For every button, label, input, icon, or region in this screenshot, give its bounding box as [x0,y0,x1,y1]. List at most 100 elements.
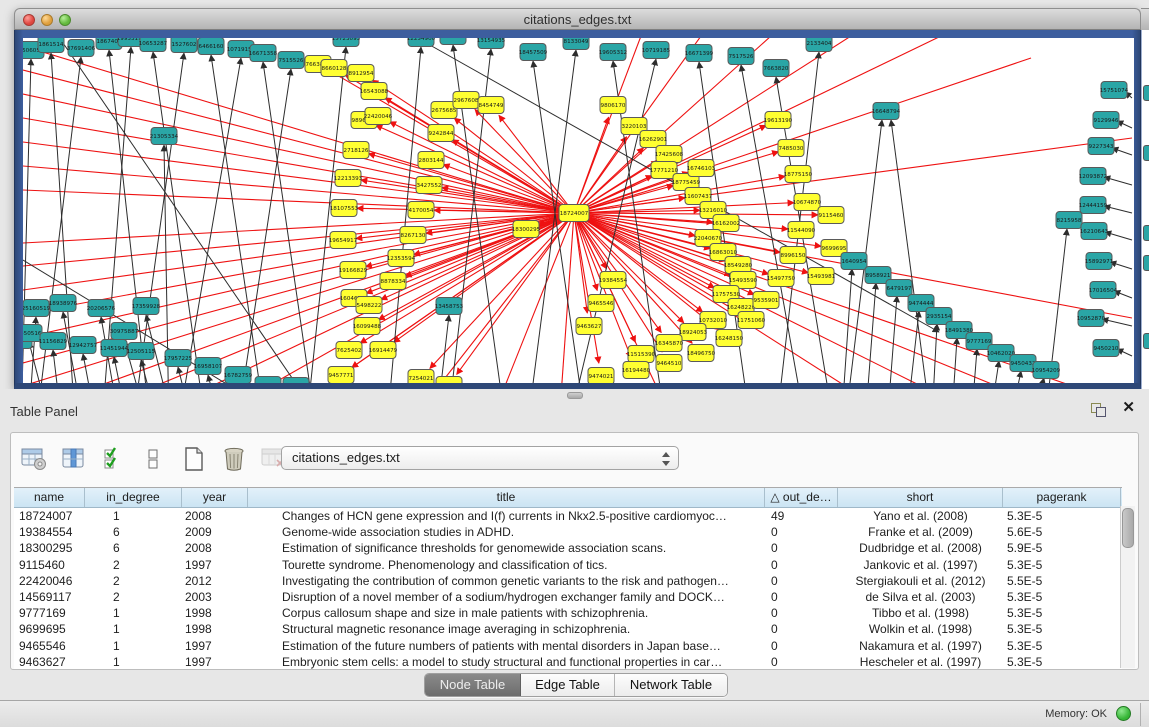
graph-node[interactable]: 5498222 [356,297,382,314]
graph-node[interactable]: 7515526 [278,52,304,69]
graph-node[interactable]: 11451944 [100,340,129,357]
table-row[interactable]: 977716911998Corpus callosum shape and si… [14,605,1122,621]
graph-node[interactable]: 12254900 [407,38,436,47]
column-header-out_de[interactable]: △ out_de… [765,488,838,507]
graph-node[interactable]: 16958107 [194,358,223,375]
graph-node[interactable]: 16262901 [639,131,668,148]
graph-node[interactable]: 12444159 [1079,197,1108,214]
graph-node[interactable]: 15493981 [807,268,836,285]
graph-node[interactable]: 4170054 [408,202,434,219]
graph-node[interactable]: 15723093 [332,38,361,47]
vertical-scrollbar[interactable] [1120,506,1135,668]
graph-node[interactable]: 1861514 [38,38,64,53]
graph-node[interactable]: 16543088 [360,83,389,100]
graph-node[interactable]: 9115460 [818,207,844,224]
select-rows-icon[interactable] [99,444,129,474]
graph-node[interactable]: 9457771 [328,367,354,384]
graph-node[interactable]: 11156829 [39,333,68,350]
float-panel-icon[interactable] [1091,403,1105,416]
graph-node[interactable]: 11751060 [737,312,766,329]
graph-node[interactable]: 16210643 [1080,223,1109,240]
graph-node[interactable]: 12923448 [254,377,283,384]
table-settings-icon[interactable] [19,444,49,474]
table-row[interactable]: 1830029562008Estimation of significance … [14,540,1122,556]
graph-node[interactable]: 15497750 [767,270,796,287]
column-header-in_degree[interactable]: in_degree [85,488,182,507]
graph-node[interactable]: 21305334 [150,128,179,145]
graph-node[interactable]: 17016504 [1089,282,1118,299]
graph-node[interactable]: 16099488 [353,318,382,335]
graph-node[interactable]: 1527602 [171,38,197,53]
graph-node[interactable]: 16914479 [369,342,398,359]
graph-node[interactable]: 18549280 [724,257,753,274]
table-row[interactable]: 969969511998Structural magnetic resonanc… [14,621,1122,637]
graph-node[interactable]: 8912954 [348,65,374,82]
graph-node[interactable]: 7663820 [763,60,789,77]
table-row[interactable]: 1872400712008Changes of HCN gene express… [14,508,1122,524]
graph-node[interactable]: 16914423 [435,377,464,384]
graph-node[interactable]: 18107553 [330,200,359,217]
graph-node[interactable]: 10719185 [642,42,671,59]
graph-node[interactable]: 16248150 [715,330,744,347]
graph-node[interactable]: 10952870 [1077,310,1106,327]
graph-node[interactable]: 7517526 [728,48,754,65]
graph-node[interactable]: 16746103 [687,160,716,177]
graph-node[interactable]: 9463627 [576,318,602,335]
graph-node[interactable]: 9474021 [588,368,614,384]
graph-node[interactable]: 9464510 [656,355,682,372]
graph-node[interactable]: 19166829 [339,262,368,279]
graph-node[interactable]: 12353594 [387,250,416,267]
graph-node[interactable]: 9129946 [1093,112,1119,129]
graph-node[interactable]: 8996150 [780,247,806,264]
graph-node[interactable]: 10954209 [1032,362,1061,379]
graph-node[interactable]: 8133049 [563,38,589,50]
graph-node[interactable]: 18300295 [512,221,541,238]
graph-node[interactable]: 7485030 [778,140,804,157]
graph-node[interactable]: 7625402 [336,342,362,359]
column-header-short[interactable]: short [838,488,1003,507]
graph-node[interactable]: 2133404 [806,38,832,52]
graph-node[interactable]: 16162002 [712,215,740,232]
graph-node[interactable]: 13458753 [435,298,464,315]
table-selector-dropdown[interactable]: citations_edges.txt [281,446,679,470]
graph-node[interactable]: 20206576 [87,300,116,317]
graph-node[interactable]: 16671358 [249,45,278,62]
graph-node[interactable]: 18938976 [49,295,78,312]
graph-node[interactable]: 7254021 [408,370,434,384]
graph-node[interactable]: 3427552 [416,177,442,194]
graph-node[interactable]: 12505115 [127,343,156,360]
graph-node[interactable]: 12093872 [1079,168,1107,185]
graph-node[interactable]: 9806170 [600,97,626,114]
graph-node[interactable]: 9450210 [1093,340,1119,357]
graph-node[interactable]: 19384554 [599,272,628,289]
column-header-pagerank[interactable]: pagerank [1003,488,1121,507]
graph-node[interactable]: 17359928 [132,298,161,315]
graph-node[interactable]: 11544090 [787,222,816,239]
graph-node[interactable]: 10653287 [139,38,168,52]
hide-columns-icon[interactable] [139,444,169,474]
tab-edge-table[interactable]: Edge Table [521,674,615,696]
graph-node[interactable]: 15751074 [1100,82,1129,99]
graph-node-hub[interactable]: 18724007 [559,205,589,222]
graph-node[interactable]: 11515390 [627,346,656,363]
graph-node[interactable]: 8878334 [380,273,406,290]
graph-node[interactable]: 22420046 [364,108,393,125]
graph-node[interactable]: 16345870 [655,335,684,352]
table-row[interactable]: 1456911722003Disruption of a novel membe… [14,589,1122,605]
graph-node[interactable]: 10674870 [793,194,822,211]
graph-node[interactable]: 2718126 [343,142,369,159]
graph-node[interactable]: 12213393 [334,170,363,187]
window-titlebar[interactable]: citations_edges.txt [14,8,1141,30]
graph-node[interactable]: 8660128 [321,60,347,77]
graph-node[interactable]: 8215958 [1056,212,1082,229]
graph-node[interactable]: 2967608 [453,92,479,109]
graph-node[interactable]: 18457509 [519,44,548,61]
table-row[interactable]: 946362711997Embryonic stem cells: a mode… [14,654,1122,669]
graph-node[interactable]: 18496750 [687,345,716,362]
tab-network-table[interactable]: Network Table [615,674,727,696]
table-row[interactable]: 1938455462009Genome-wide association stu… [14,524,1122,540]
graph-node[interactable]: 19605312 [599,44,627,61]
graph-node[interactable]: 15892971 [1085,253,1114,270]
graph-node[interactable]: 9227343 [1088,138,1114,155]
graph-node[interactable]: 1640954 [841,253,867,270]
